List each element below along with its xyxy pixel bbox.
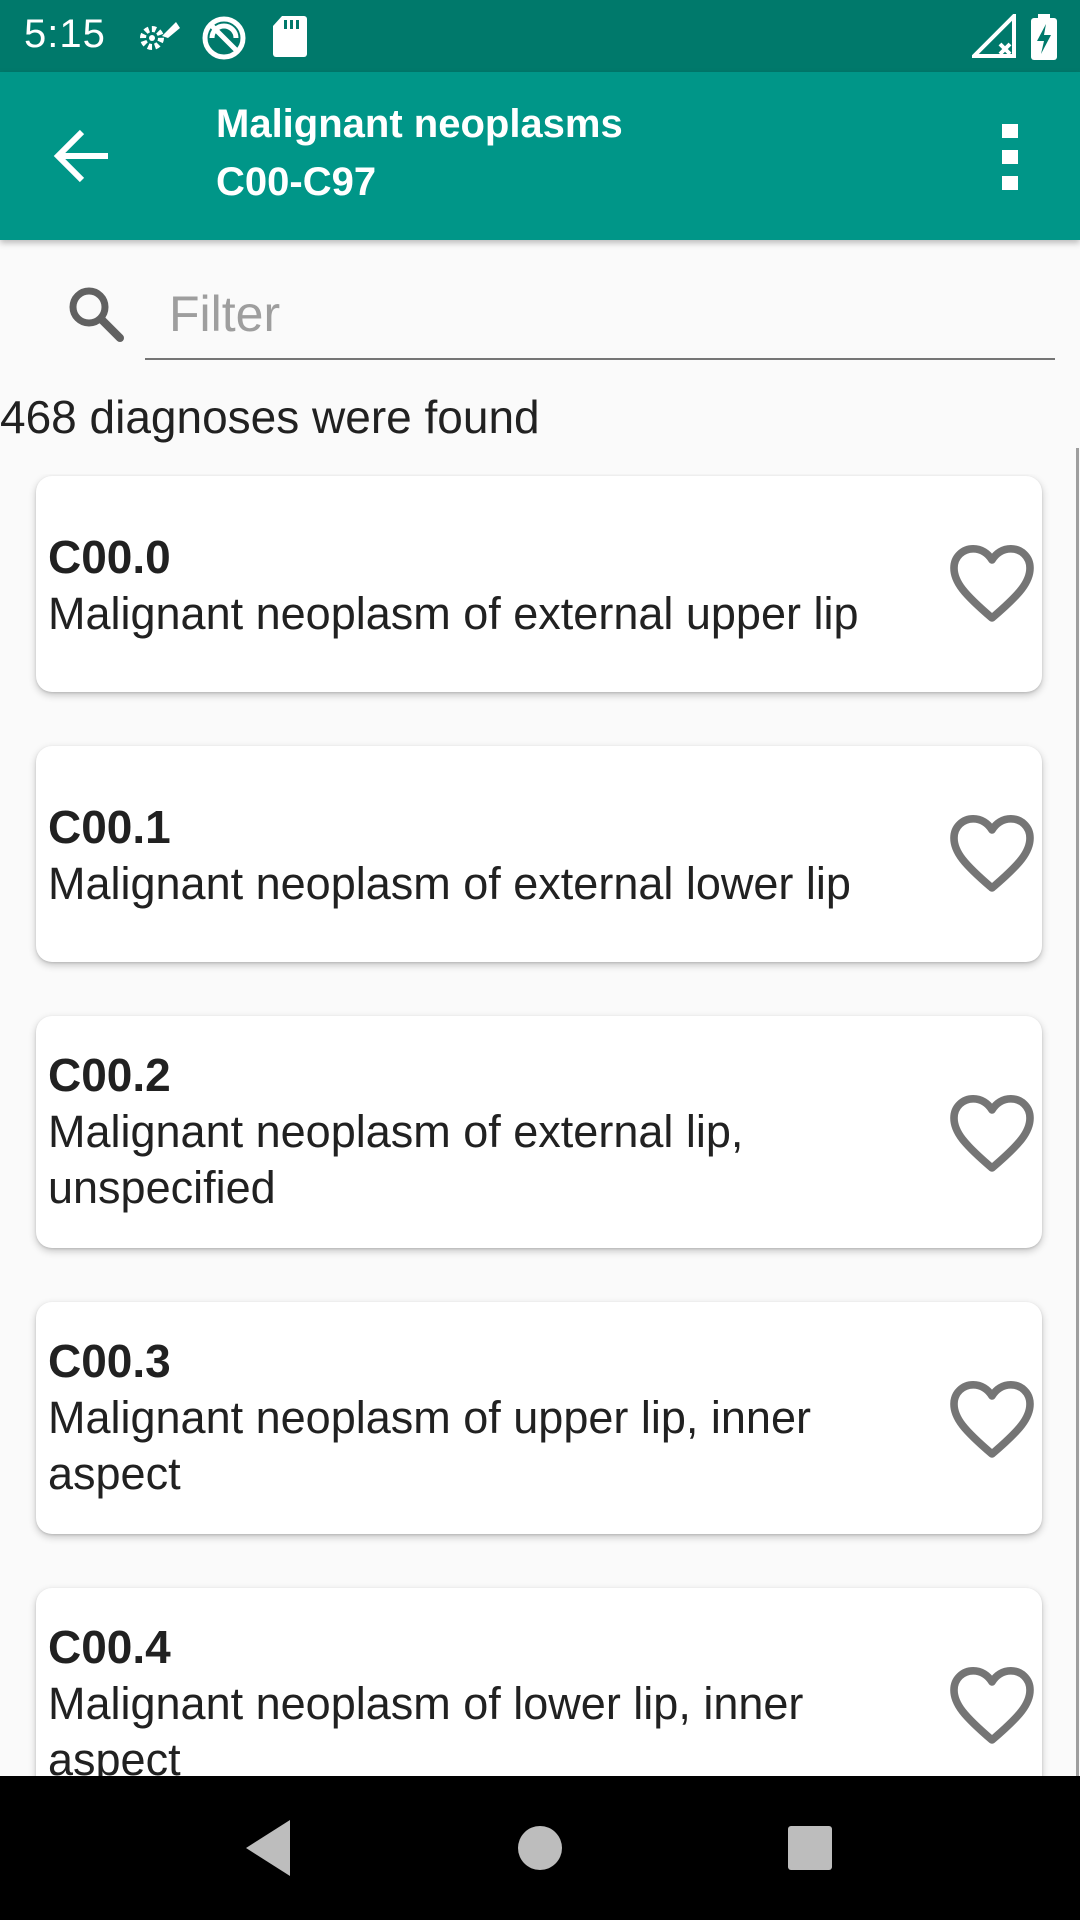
app-bar: Malignant neoplasms C00-C97 (0, 72, 1080, 240)
navigation-bar (0, 1776, 1080, 1920)
favorite-button[interactable] (944, 1372, 1040, 1468)
overflow-menu-button[interactable] (982, 120, 1038, 196)
diagnosis-description: Malignant neoplasm of external upper lip (48, 588, 859, 639)
heart-outline-icon (950, 815, 1034, 892)
diagnosis-list[interactable]: C00.0 Malignant neoplasm of external upp… (0, 474, 1080, 1776)
diagnosis-description: Malignant neoplasm of lower lip, inner a… (48, 1678, 804, 1776)
search-icon (69, 287, 124, 342)
diagnosis-card[interactable]: C00.2 Malignant neoplasm of external lip… (36, 1016, 1042, 1248)
result-count: 468 diagnoses were found (0, 391, 540, 443)
heart-outline-icon (950, 1381, 1034, 1458)
vpn-icon (202, 16, 246, 60)
diagnosis-description: Malignant neoplasm of external lower lip (48, 858, 851, 909)
favorite-button[interactable] (944, 806, 1040, 902)
diagnosis-description: Malignant neoplasm of external lip, unsp… (48, 1106, 744, 1213)
diagnosis-card[interactable]: C00.1 Malignant neoplasm of external low… (36, 746, 1042, 962)
back-button[interactable] (40, 112, 128, 200)
diagnosis-code: C00.2 (48, 1049, 171, 1101)
favorite-button[interactable] (944, 1658, 1040, 1754)
nav-recents-icon[interactable] (770, 1808, 850, 1888)
diagnosis-code: C00.4 (48, 1621, 171, 1673)
diagnosis-code: C00.3 (48, 1335, 171, 1387)
heart-outline-icon (950, 1095, 1034, 1172)
nav-home-icon[interactable] (500, 1808, 580, 1888)
diagnosis-card[interactable]: C00.0 Malignant neoplasm of external upp… (36, 476, 1042, 692)
heart-outline-icon (950, 1667, 1034, 1744)
toolbar-subtitle: C00-C97 (216, 160, 377, 204)
signal-icon (972, 14, 1016, 58)
status-time: 5:15 (24, 12, 106, 56)
nav-back-icon[interactable] (228, 1808, 308, 1888)
diagnosis-code: C00.1 (48, 801, 171, 853)
favorite-button[interactable] (944, 536, 1040, 632)
toolbar-title: Malignant neoplasms (216, 102, 623, 146)
diagnosis-description: Malignant neoplasm of upper lip, inner a… (48, 1392, 811, 1499)
arrow-back-icon (53, 129, 108, 183)
diagnosis-card[interactable]: C00.3 Malignant neoplasm of upper lip, i… (36, 1302, 1042, 1534)
settings-icon (140, 22, 180, 50)
heart-outline-icon (950, 545, 1034, 622)
diagnosis-card[interactable]: C00.4 Malignant neoplasm of lower lip, i… (36, 1588, 1042, 1776)
battery-charging-icon (1031, 14, 1057, 60)
filter-bar (0, 240, 1080, 386)
sd-card-icon (273, 16, 307, 57)
diagnosis-code: C00.0 (48, 531, 171, 583)
more-vert-icon (1002, 124, 1018, 190)
status-bar: 5:15 (0, 0, 1080, 72)
favorite-button[interactable] (944, 1086, 1040, 1182)
filter-input[interactable] (145, 270, 1055, 360)
